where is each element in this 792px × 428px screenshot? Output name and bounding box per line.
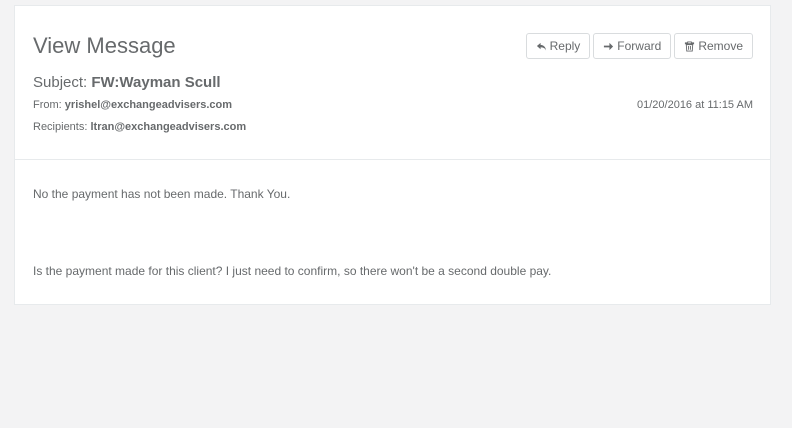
recipients-label: Recipients:: [33, 121, 88, 133]
page-title: View Message: [33, 33, 176, 58]
trash-icon: [684, 40, 695, 52]
reply-label: Reply: [549, 39, 581, 53]
message-timestamp: 01/20/2016 at 11:15 AM: [637, 99, 753, 111]
message-body-original: Is the payment made for this client? I j…: [33, 264, 552, 278]
reply-button[interactable]: Reply: [525, 33, 591, 59]
recipients-line: Recipients: ltran@exchangeadvisers.com: [33, 120, 246, 134]
forward-button[interactable]: Forward: [593, 33, 672, 59]
subject-label: Subject:: [33, 74, 88, 91]
remove-button[interactable]: Remove: [674, 33, 753, 59]
subject-line: Subject: FW:Wayman Scull: [33, 74, 221, 92]
from-address: yrishel@exchangeadvisers.com: [64, 99, 233, 111]
reply-icon: [536, 41, 547, 52]
message-actions: Reply Forward Remove: [525, 33, 753, 59]
forward-label: Forward: [617, 39, 662, 53]
message-panel: View Message Reply Forward Remove Subjec…: [14, 5, 771, 305]
recipients-address: ltran@exchangeadvisers.com: [90, 121, 247, 133]
message-body-reply: No the payment has not been made. Thank …: [33, 187, 291, 201]
from-line: From: yrishel@exchangeadvisers.com: [33, 98, 232, 112]
subject-value: FW:Wayman Scull: [91, 74, 221, 91]
remove-label: Remove: [698, 39, 743, 53]
message-header: View Message Reply Forward Remove Subjec…: [15, 6, 770, 160]
from-label: From:: [33, 99, 62, 111]
arrow-right-icon: [603, 41, 614, 52]
